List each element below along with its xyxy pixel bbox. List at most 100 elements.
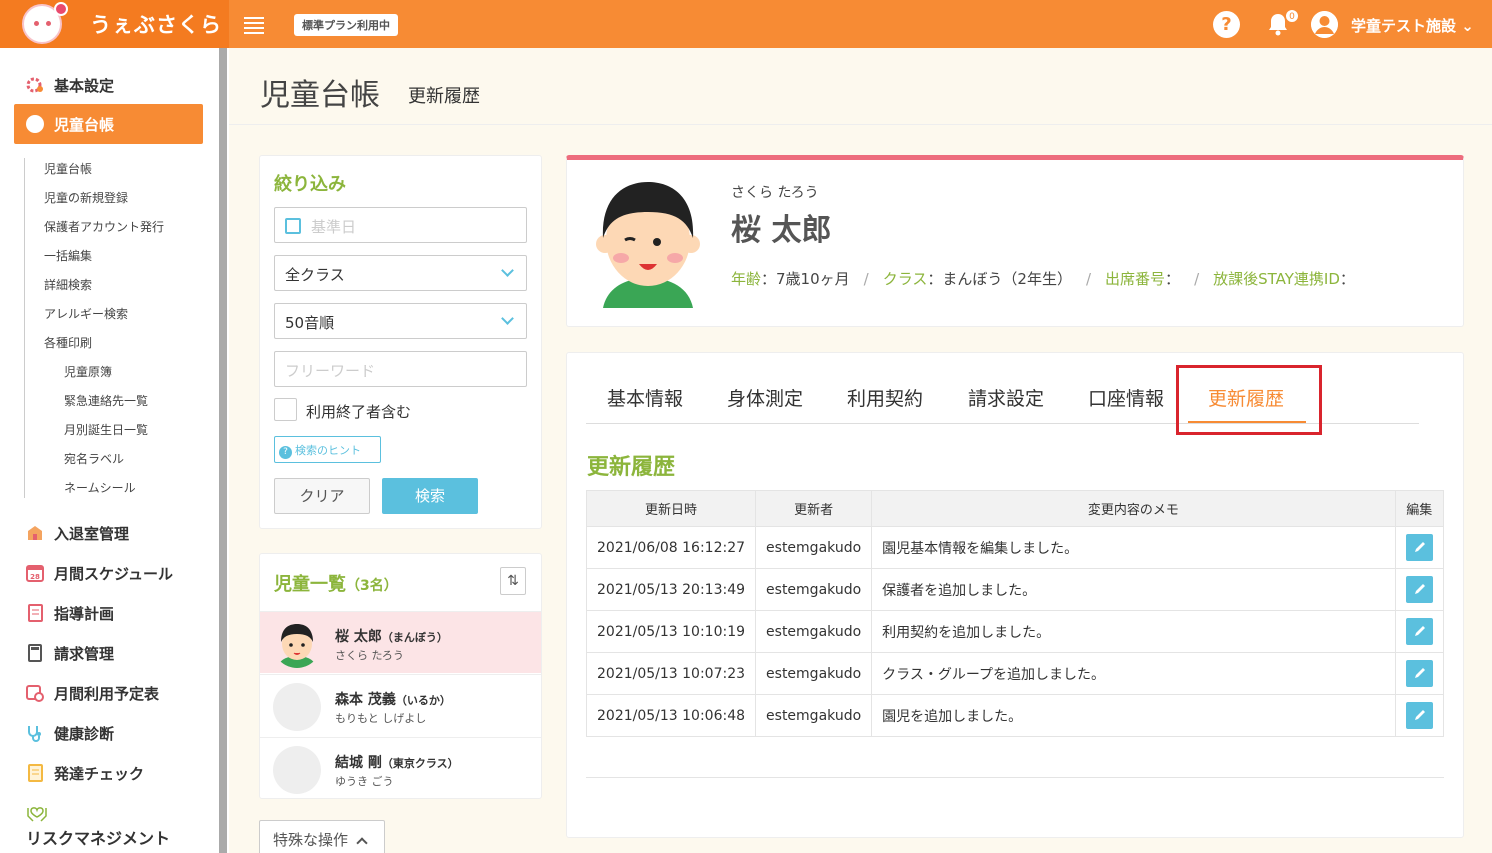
sidebar-item-label: 月間利用予定表 [54,684,160,703]
sort-button[interactable]: ⇅ [500,567,526,595]
change-memo: 保護者を追加しました。 [871,568,1396,611]
include-ended-checkbox[interactable] [274,398,297,421]
class-value: ：まんぼう（2年生） [927,270,1072,288]
sidebar-print-item[interactable]: 宛名ラベル [64,450,124,467]
child-list-item[interactable]: 結城 剛（東京クラス） ゆうき ごう [260,737,541,799]
edit-pencil-icon[interactable] [1405,618,1433,645]
sidebar-subitem[interactable]: 児童台帳 [44,160,92,177]
highlight-box [1176,365,1322,435]
search-hint-label: 検索のヒント [295,444,361,457]
tab-basic-info[interactable]: 基本情報 [607,384,683,411]
help-icon[interactable]: ? [1213,11,1240,38]
updated-by: estemgakudo [755,694,873,737]
sidebar-subitem[interactable]: 一括編集 [44,247,92,264]
sidebar-item-health-check[interactable]: 健康診断 [26,721,114,745]
school-icon [28,526,42,540]
sidebar-subitem[interactable]: 各種印刷 [44,334,92,351]
sidebar-subitem[interactable]: 詳細検索 [44,276,92,293]
date-field[interactable]: 基準日 [274,207,527,243]
column-header: 変更内容のメモ [871,490,1396,527]
sidebar-item-label: 請求管理 [54,644,115,663]
sidebar-print-item[interactable]: 児童原簿 [64,363,112,380]
page-title: 児童台帳 [260,78,380,113]
sidebar-item-basic-settings[interactable]: 基本設定 [26,73,114,97]
sidebar-item-development-check[interactable]: 発達チェック [26,761,144,785]
sidebar-subitem[interactable]: 保護者アカウント発行 [44,218,164,235]
include-ended-label: 利用終了者含む [306,403,412,421]
child-face-icon [26,115,44,133]
edit-pencil-icon[interactable] [1405,576,1433,603]
sidebar-item-attendance[interactable]: 入退室管理 [26,521,129,545]
sidebar-item-guidance-plan[interactable]: 指導計画 [26,601,114,625]
gear-icon [26,77,43,93]
tab-usage-contract[interactable]: 利用契約 [847,384,923,411]
clear-button[interactable]: クリア [274,478,370,514]
date-placeholder: 基準日 [311,218,357,236]
checklist-icon [28,764,43,782]
sidebar-scrollbar[interactable] [219,48,227,853]
column-header: 更新者 [755,490,873,527]
stay-id-label: 放課後STAY連携ID [1213,270,1340,288]
sidebar-subitem[interactable]: アレルギー検索 [44,305,128,322]
sidebar-print-item[interactable]: 緊急連絡先一覧 [64,392,148,409]
sidebar-item-label: 発達チェック [54,764,145,783]
table-row: 2021/05/13 10:07:23 estemgakudo クラス・グループ… [585,652,1445,695]
user-icon[interactable] [1311,11,1338,38]
chevron-down-icon: ⌄ [1461,17,1474,35]
table-row: 2021/05/13 10:10:19 estemgakudo 利用契約を追加し… [585,610,1445,653]
freeword-input[interactable]: フリーワード [274,351,527,387]
sidebar-item-monthly-schedule[interactable]: 28 月間スケジュール [26,561,173,585]
edit-pencil-icon[interactable] [1405,534,1433,561]
sidebar-item-billing[interactable]: 請求管理 [26,641,114,665]
class-select[interactable]: 全クラス [274,255,527,291]
tab-body-measurement[interactable]: 身体測定 [727,384,803,411]
sidebar-item-label: 入退室管理 [54,524,130,543]
sidebar-print-item[interactable]: 月別誕生日一覧 [64,421,148,438]
calculator-icon [28,644,42,662]
age-value: ：7歳10ヶ月 [761,270,850,288]
search-hint-button[interactable]: ? 検索のヒント [274,436,381,463]
profile-meta: 年齢：7歳10ヶ月 / クラス：まんぼう（2年生） / 出席番号： / 放課後STAY連携I… [731,270,1355,288]
menu-toggle-icon[interactable] [244,14,264,34]
sidebar-item-risk-management[interactable]: リスクマネジメント [26,825,170,849]
child-list-title: 児童一覧（3名） [274,570,398,596]
filter-title: 絞り込み [274,174,346,195]
special-operations-button[interactable]: 特殊な操作 [259,820,385,853]
sidebar-item-monthly-usage[interactable]: 月間利用予定表 [26,681,159,705]
sidebar-item-label: 基本設定 [54,76,115,95]
logo[interactable]: うぇぶさくら [0,0,229,48]
sidebar-print-item[interactable]: ネームシール [64,479,136,496]
order-select[interactable]: 50音順 [274,303,527,339]
no-photo-icon [273,746,321,794]
updated-by: estemgakudo [755,568,873,611]
edit-pencil-icon[interactable] [1405,702,1433,729]
child-list-item[interactable]: 森本 茂義（いるか） もりもと しげよし [260,674,541,736]
plan-badge: 標準プラン利用中 [294,14,398,36]
column-header: 更新日時 [585,490,757,527]
sidebar-subitem[interactable]: 児童の新規登録 [44,189,128,206]
updated-at: 2021/05/13 20:13:49 [585,568,757,611]
section-divider [586,777,1444,778]
edit-pencil-icon[interactable] [1405,660,1433,687]
tab-billing-settings[interactable]: 請求設定 [968,384,1044,411]
calendar-clock-icon [26,685,44,702]
user-menu[interactable]: 学童テスト施設 ⌄ [1351,15,1474,36]
profile-kana: さくら たろう [731,185,819,201]
hands-heart-icon [27,807,47,822]
updated-by: estemgakudo [755,652,873,695]
change-memo: 園児基本情報を編集しました。 [871,526,1396,569]
change-memo: 利用契約を追加しました。 [871,610,1396,653]
class-select-value: 全クラス [285,266,345,284]
child-avatar [596,182,700,308]
sidebar-item-label: 指導計画 [54,604,115,623]
tab-account-info[interactable]: 口座情報 [1088,384,1164,411]
child-kana: もりもと しげよし [335,712,427,725]
updated-at: 2021/05/13 10:10:19 [585,610,757,653]
search-button[interactable]: 検索 [382,478,478,514]
updated-by: estemgakudo [755,610,873,653]
no-photo-icon [273,683,321,731]
child-list-item[interactable]: 桜 太郎（まんぼう） さくら たろう [260,611,541,673]
sidebar-item-child-register[interactable]: 児童台帳 [14,104,203,144]
child-name: 結城 剛（東京クラス） [335,755,459,771]
notebook-icon [28,604,43,622]
